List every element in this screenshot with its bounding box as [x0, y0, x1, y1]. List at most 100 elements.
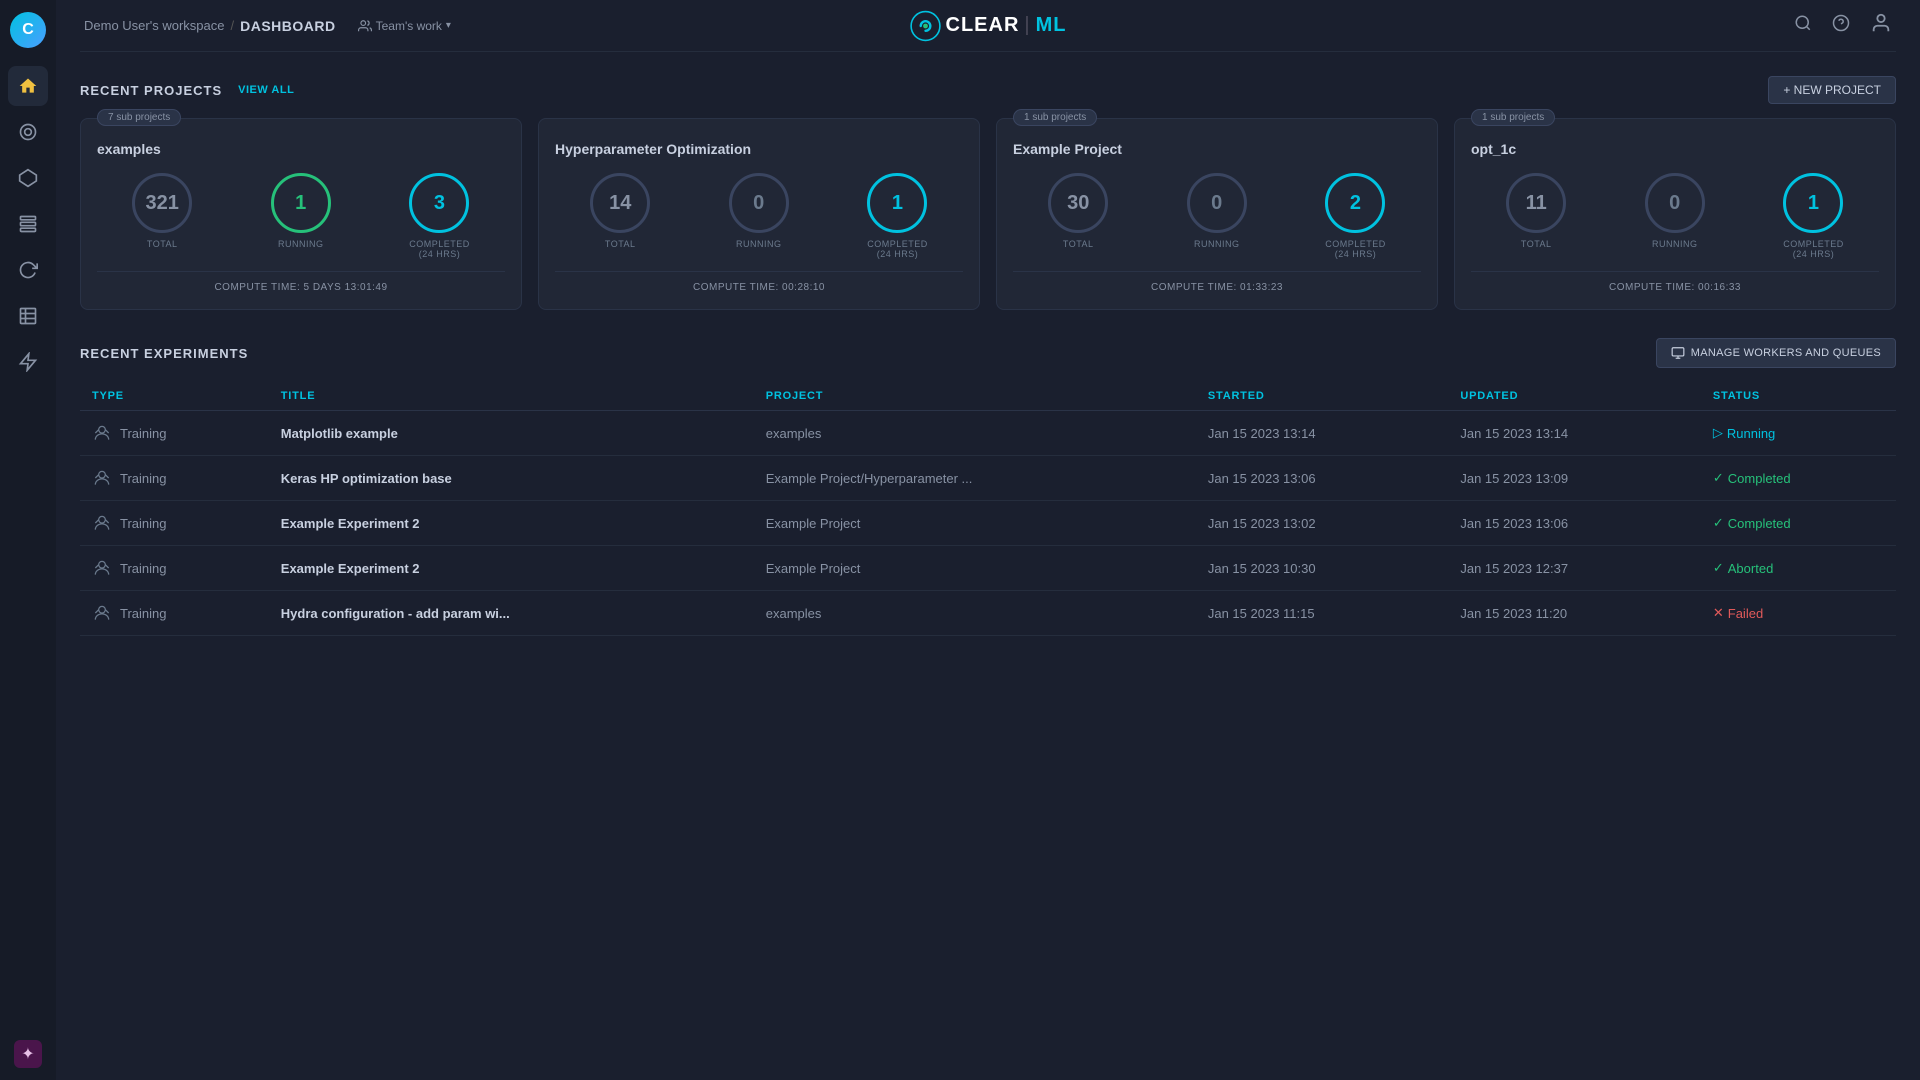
stat-circle-total-2: 30	[1048, 173, 1108, 233]
view-all-button[interactable]: VIEW ALL	[238, 84, 294, 96]
col-project: PROJECT	[754, 382, 1196, 411]
cell-updated-4: Jan 15 2023 11:20	[1448, 591, 1701, 636]
stat-running-2: 0 RUNNING	[1187, 173, 1247, 259]
new-project-button[interactable]: + NEW PROJECT	[1768, 76, 1896, 104]
stat-total-3: 11 TOTAL	[1506, 173, 1566, 259]
stat-circle-total-3: 11	[1506, 173, 1566, 233]
status-label-1: Completed	[1728, 471, 1791, 486]
stat-label-total-0: TOTAL	[147, 239, 178, 249]
sidebar-item-home[interactable]	[8, 66, 48, 106]
status-icon-2: ✓	[1713, 515, 1724, 531]
manage-workers-button[interactable]: MANAGE WORKERS AND QUEUES	[1656, 338, 1896, 368]
status-label-4: Failed	[1728, 606, 1763, 621]
cell-type-1: Training	[80, 456, 269, 501]
stat-label-running-1: RUNNING	[736, 239, 782, 249]
team-icon	[358, 19, 372, 33]
stat-label-total-1: TOTAL	[605, 239, 636, 249]
stat-label-completed-1: COMPLETED (24 hrs)	[867, 239, 928, 259]
clearml-logo-icon	[910, 10, 942, 42]
status-label-3: Aborted	[1728, 561, 1774, 576]
logo-ml: ML	[1036, 14, 1067, 37]
topbar-right	[1794, 12, 1892, 39]
sidebar-item-experiments[interactable]	[8, 112, 48, 152]
breadcrumb-sep: /	[230, 18, 234, 33]
stat-circle-completed-0: 3	[409, 173, 469, 233]
recent-projects-header: RECENT PROJECTS VIEW ALL + NEW PROJECT	[80, 76, 1896, 104]
topbar: Demo User's workspace / DASHBOARD Team's…	[80, 0, 1896, 52]
stat-circle-running-0: 1	[271, 173, 331, 233]
col-started: STARTED	[1196, 382, 1449, 411]
stat-label-total-2: TOTAL	[1063, 239, 1094, 249]
table-row[interactable]: Training Hydra configuration - add param…	[80, 591, 1896, 636]
table-row[interactable]: Training Keras HP optimization base Exam…	[80, 456, 1896, 501]
projects-grid: 7 sub projects examples 321 TOTAL 1	[80, 118, 1896, 310]
search-button[interactable]	[1794, 14, 1812, 37]
stat-label-completed-2: COMPLETED (24 hrs)	[1325, 239, 1386, 259]
status-icon-0: ▷	[1713, 425, 1723, 441]
project-sub-tag-2: 1 sub projects	[1013, 109, 1097, 126]
status-badge-1: ✓ Completed	[1713, 470, 1884, 486]
cell-updated-1: Jan 15 2023 13:09	[1448, 456, 1701, 501]
stat-circle-completed-2: 2	[1325, 173, 1385, 233]
project-card-example[interactable]: 1 sub projects Example Project 30 TOTAL …	[996, 118, 1438, 310]
manage-icon	[1671, 346, 1685, 360]
cell-title-3: Example Experiment 2	[269, 546, 754, 591]
status-icon-3: ✓	[1713, 560, 1724, 576]
cell-project-2: Example Project	[754, 501, 1196, 546]
team-selector[interactable]: Team's work ▾	[358, 19, 451, 33]
sidebar-bottom: ✦	[14, 1040, 42, 1068]
team-chevron[interactable]: ▾	[446, 20, 451, 31]
stat-circle-total-0: 321	[132, 173, 192, 233]
sidebar-item-reports[interactable]	[8, 250, 48, 290]
project-stats-1: 14 TOTAL 0 RUNNING 1 COMPLETED	[555, 173, 963, 259]
cell-updated-0: Jan 15 2023 13:14	[1448, 411, 1701, 456]
compute-time-1: COMPUTE TIME: 00:28:10	[555, 271, 963, 293]
help-button[interactable]	[1832, 14, 1850, 37]
sidebar: C ✦	[0, 0, 56, 1080]
experiments-thead: TYPE TITLE PROJECT STARTED UPDATED STATU…	[80, 382, 1896, 411]
cell-started-4: Jan 15 2023 11:15	[1196, 591, 1449, 636]
stat-total-2: 30 TOTAL	[1048, 173, 1108, 259]
table-row[interactable]: Training Example Experiment 2 Example Pr…	[80, 501, 1896, 546]
stat-completed-1: 1 COMPLETED (24 hrs)	[867, 173, 928, 259]
project-stats-0: 321 TOTAL 1 RUNNING 3	[97, 173, 505, 259]
project-card-examples[interactable]: 7 sub projects examples 321 TOTAL 1	[80, 118, 522, 310]
project-card-opt[interactable]: 1 sub projects opt_1c 11 TOTAL 0 RUNNING	[1454, 118, 1896, 310]
cell-project-4: examples	[754, 591, 1196, 636]
stat-circle-running-1: 0	[729, 173, 789, 233]
cell-title-0: Matplotlib example	[269, 411, 754, 456]
project-name-3: opt_1c	[1471, 141, 1879, 157]
project-card-hpo[interactable]: Hyperparameter Optimization 14 TOTAL 0 R…	[538, 118, 980, 310]
cell-title-4: Hydra configuration - add param wi...	[269, 591, 754, 636]
cell-title-2: Example Experiment 2	[269, 501, 754, 546]
cell-started-3: Jan 15 2023 10:30	[1196, 546, 1449, 591]
sidebar-logo[interactable]: C	[10, 12, 46, 48]
sidebar-item-pipelines[interactable]	[8, 204, 48, 244]
recent-projects-title: RECENT PROJECTS	[80, 83, 222, 98]
stat-label-completed-3: COMPLETED (24 hrs)	[1783, 239, 1844, 259]
team-label: Team's work	[376, 19, 442, 33]
sidebar-item-deploy[interactable]	[8, 342, 48, 382]
status-badge-3: ✓ Aborted	[1713, 560, 1884, 576]
training-icon	[92, 558, 112, 578]
stat-label-running-0: RUNNING	[278, 239, 324, 249]
table-row[interactable]: Training Example Experiment 2 Example Pr…	[80, 546, 1896, 591]
workspace-label: Demo User's workspace	[84, 18, 224, 33]
col-type: TYPE	[80, 382, 269, 411]
stat-circle-running-3: 0	[1645, 173, 1705, 233]
table-row[interactable]: Training Matplotlib example examples Jan…	[80, 411, 1896, 456]
col-title: TITLE	[269, 382, 754, 411]
stat-circle-total-1: 14	[590, 173, 650, 233]
stat-running-0: 1 RUNNING	[271, 173, 331, 259]
stat-label-total-3: TOTAL	[1521, 239, 1552, 249]
manage-btn-label: MANAGE WORKERS AND QUEUES	[1691, 347, 1881, 359]
slack-icon[interactable]: ✦	[14, 1040, 42, 1068]
experiments-table: TYPE TITLE PROJECT STARTED UPDATED STATU…	[80, 382, 1896, 636]
cell-project-1: Example Project/Hyperparameter ...	[754, 456, 1196, 501]
project-sub-tag-0: 7 sub projects	[97, 109, 181, 126]
sidebar-item-tables[interactable]	[8, 296, 48, 336]
cell-project-0: examples	[754, 411, 1196, 456]
main-content: Demo User's workspace / DASHBOARD Team's…	[56, 0, 1920, 1080]
user-button[interactable]	[1870, 12, 1892, 39]
sidebar-item-datasets[interactable]	[8, 158, 48, 198]
